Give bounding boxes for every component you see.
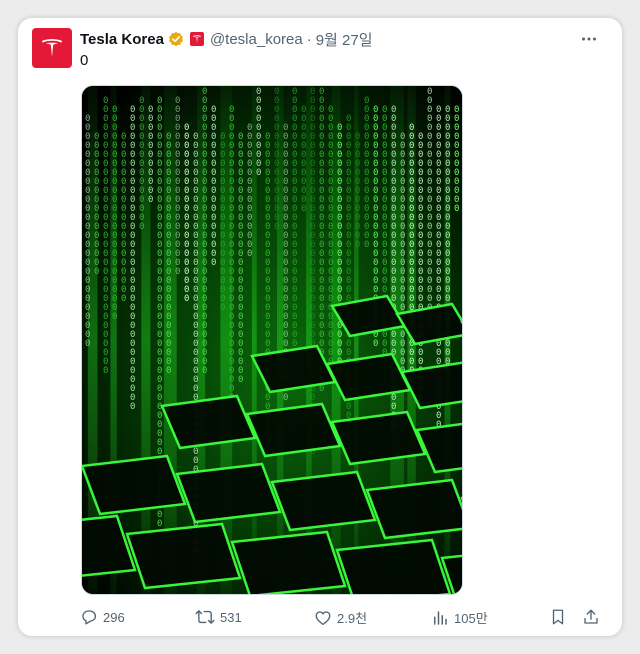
affiliate-badge-icon[interactable] — [189, 32, 204, 46]
svg-text:0000000000000: 0000000000000 — [355, 132, 360, 250]
svg-text:00000000000000000000000000: 00000000000000000000000000 — [85, 114, 90, 349]
bookmark-icon — [552, 609, 564, 625]
tweet-header: Tesla Korea @tesla_korea · 9월 27일 — [80, 28, 373, 50]
reply-icon — [82, 610, 97, 625]
svg-text:0000000000: 0000000000 — [256, 87, 261, 178]
tesla-logo-icon — [42, 39, 62, 57]
svg-text:0000000000000000000000000000: 0000000000000000000000000000 — [337, 123, 342, 376]
views-button[interactable]: 105만 — [431, 608, 488, 627]
tweet-text: 0 — [80, 52, 89, 69]
matrix-keyboard-image: 0 0 0 0 0 0 0 0 0 0 0 0 0 0 0 0 0 0 0 0 0 0 0 0 0 00 0 0 0 0 0 0 0 0 0 0 0 0 0… — [82, 86, 462, 594]
svg-text:000000000000: 000000000000 — [454, 105, 459, 214]
separator-dot: · — [306, 30, 312, 48]
svg-text:000000000000000000000000000000: 0000000000000000000000000000000000 — [319, 87, 324, 394]
bookmark-button[interactable] — [549, 608, 572, 626]
svg-text:00000000000000000000: 00000000000000000000 — [184, 123, 189, 304]
svg-text:000000000000000000000000000: 000000000000000000000000000 — [166, 132, 171, 376]
views-count: 105만 — [454, 611, 488, 626]
svg-text:000000000000000000000000000000: 00000000000000000000000000000000000000 — [346, 114, 351, 457]
verified-badge-icon — [168, 31, 184, 47]
svg-text:0000000000000000: 0000000000000000 — [94, 132, 99, 277]
svg-text:000000000000000: 000000000000000 — [139, 96, 144, 232]
tweet-actions: 296 531 2.9천 105만 — [80, 608, 600, 628]
avatar[interactable] — [32, 28, 72, 68]
svg-text:0000000000000000000000000000: 0000000000000000000000000000 — [238, 132, 243, 385]
svg-text:000000000000000000000000000000: 00000000000000000000000000000000 — [202, 87, 207, 376]
svg-text:000000000000000000000000000000: 0000000000000000000000000000000 — [382, 105, 387, 385]
svg-text:000000000000000000000000000: 000000000000000000000000000 — [427, 87, 432, 331]
svg-text:000000000000000000: 000000000000000000 — [211, 105, 216, 268]
reply-count: 296 — [103, 609, 125, 625]
svg-text:0000000000000000000000000000: 0000000000000000000000000000 — [400, 132, 405, 385]
svg-text:0000000000000000: 0000000000000000 — [274, 87, 279, 232]
svg-text:00000000000000000000000000000: 00000000000000000000000000000 — [292, 87, 297, 349]
svg-text:000000000000000: 000000000000000 — [247, 123, 252, 259]
svg-text:000000000000000000000000000000: 0000000000000000000000000000000 — [103, 96, 108, 376]
svg-text:000000000000000000000000000000: 0000000000000000000000000000000000 — [130, 105, 135, 412]
svg-text:000000000000000000000000000000: 000000000000000000000000000000000 — [229, 105, 234, 403]
svg-text:00000000000000000000000000000: 00000000000000000000000000000 — [328, 105, 333, 367]
retweet-icon — [195, 610, 215, 624]
retweet-button[interactable]: 531 — [195, 608, 242, 626]
like-icon — [315, 610, 331, 625]
svg-text:00000000000: 00000000000 — [148, 105, 153, 205]
share-icon — [584, 609, 598, 624]
svg-text:000000000000000000000000000000: 0000000000000000000000000000000000000000… — [310, 87, 315, 457]
retweet-count: 531 — [220, 609, 242, 625]
like-count: 2.9천 — [337, 611, 368, 626]
tweet-media-image[interactable]: 0000000000000000000000000000000000000000… — [81, 85, 463, 595]
svg-text:00000000000000000000: 00000000000000000000 — [220, 132, 225, 313]
svg-text:000000000000000000000000000000: 000000000000000000000000000000000000 — [265, 132, 270, 457]
svg-text:000000000000: 000000000000 — [301, 105, 306, 214]
share-button[interactable] — [582, 608, 605, 626]
author-handle[interactable]: @tesla_korea — [210, 31, 303, 48]
svg-text:00000000000000000000000000000: 00000000000000000000000000000 — [409, 123, 414, 385]
views-icon — [434, 610, 447, 625]
svg-text:000000000000000000000000: 000000000000000000000000 — [112, 105, 117, 322]
like-button[interactable]: 2.9천 — [314, 608, 367, 627]
reply-button[interactable]: 296 — [80, 608, 125, 626]
more-icon[interactable] — [578, 28, 600, 50]
tweet-card[interactable]: Tesla Korea @tesla_korea · 9월 27일 0 0 0 … — [18, 18, 622, 636]
svg-text:00000000000000000000: 00000000000000000000 — [175, 96, 180, 277]
tweet-date[interactable]: 9월 27일 — [316, 29, 373, 50]
author-name[interactable]: Tesla Korea — [80, 31, 164, 48]
svg-text:00000000000000000: 00000000000000000 — [364, 96, 369, 250]
svg-text:0000000000000000000: 0000000000000000000 — [121, 132, 126, 304]
